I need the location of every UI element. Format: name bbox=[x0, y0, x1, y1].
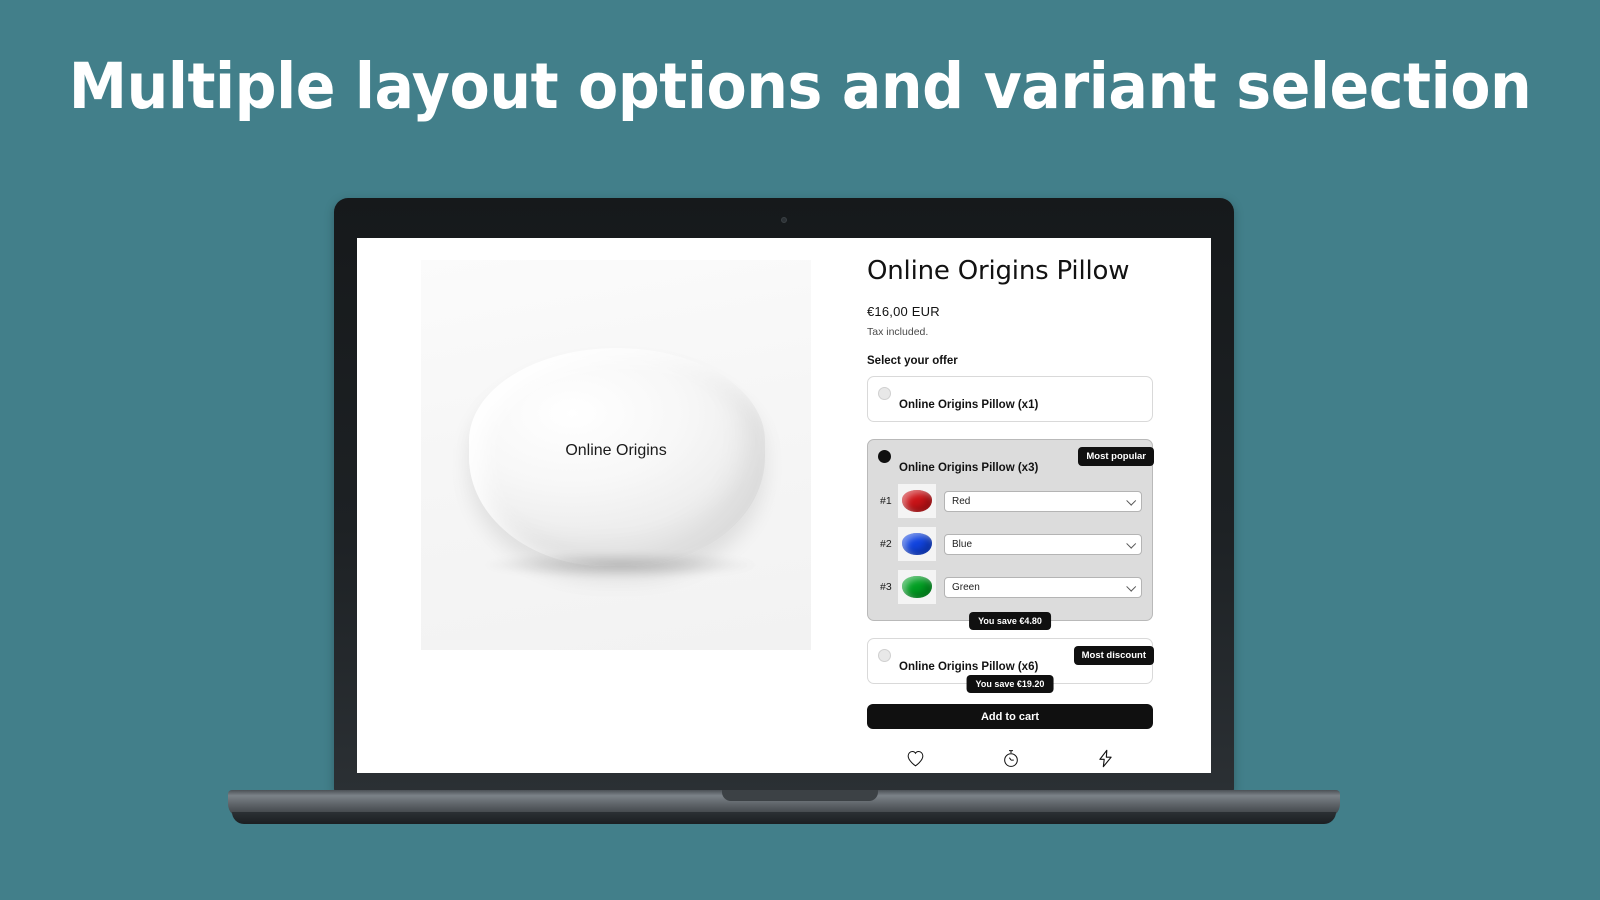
chevron-down-icon bbox=[1126, 581, 1137, 592]
product-image-label: Online Origins bbox=[565, 442, 667, 459]
product-info-column: Online Origins Pillow €16,00 EUR Tax inc… bbox=[857, 256, 1211, 773]
product-image[interactable]: Online Origins bbox=[421, 260, 811, 650]
offer-radio-x3[interactable] bbox=[878, 450, 891, 463]
product-media-column: Online Origins bbox=[357, 256, 857, 773]
variant-list: #1 Red #2 Blue #3 Green bbox=[868, 484, 1152, 620]
chevron-down-icon bbox=[1126, 495, 1137, 506]
pillow-shadow bbox=[481, 552, 759, 578]
variant-index: #2 bbox=[880, 538, 892, 550]
offer-name-x3: Online Origins Pillow (x3) bbox=[899, 462, 1039, 474]
add-to-cart-button[interactable]: Add to cart bbox=[867, 704, 1153, 729]
offer-option-x6[interactable]: Online Origins Pillow (x6) Most discount… bbox=[867, 638, 1154, 693]
secondary-actions bbox=[867, 749, 1153, 768]
tax-note: Tax included. bbox=[867, 326, 929, 338]
laptop-base-bottom bbox=[232, 812, 1336, 824]
pillow-thumb-graphic bbox=[902, 533, 932, 555]
product-page: Online Origins Online Origins Pillow €16… bbox=[357, 238, 1211, 773]
variant-row: #2 Blue bbox=[880, 527, 1142, 561]
offer-list: Online Origins Pillow (x1) Online Origin… bbox=[867, 376, 1154, 693]
offer-name-x1: Online Origins Pillow (x1) bbox=[899, 399, 1039, 411]
product-title: Online Origins Pillow bbox=[867, 256, 1130, 286]
variant-row: #1 Red bbox=[880, 484, 1142, 518]
variant-select-value-1: Red bbox=[952, 495, 971, 507]
offer-header: Online Origins Pillow (x1) bbox=[868, 377, 1152, 421]
variant-select-2[interactable]: Blue bbox=[944, 533, 1142, 555]
variant-select-1[interactable]: Red bbox=[944, 490, 1142, 512]
lightning-bolt-icon[interactable] bbox=[1097, 749, 1114, 768]
variant-index: #1 bbox=[880, 495, 892, 507]
offer-badge-most-discount: Most discount bbox=[1073, 646, 1154, 665]
variant-thumbnail-green bbox=[898, 570, 936, 604]
offer-name-x6: Online Origins Pillow (x6) bbox=[899, 661, 1039, 673]
heart-icon[interactable] bbox=[906, 750, 925, 767]
offer-badge-most-popular: Most popular bbox=[1078, 447, 1154, 466]
pillow-thumb-graphic bbox=[902, 490, 932, 512]
pillow-thumb-graphic bbox=[902, 576, 932, 598]
variant-select-value-2: Blue bbox=[952, 538, 973, 550]
chevron-down-icon bbox=[1126, 538, 1137, 549]
offer-radio-x6[interactable] bbox=[878, 649, 891, 662]
variant-row: #3 Green bbox=[880, 570, 1142, 604]
stopwatch-icon[interactable] bbox=[1002, 749, 1020, 768]
variant-index: #3 bbox=[880, 581, 892, 593]
webcam-icon bbox=[781, 217, 787, 223]
offer-option-x1[interactable]: Online Origins Pillow (x1) bbox=[867, 376, 1153, 422]
product-price: €16,00 EUR bbox=[867, 304, 940, 319]
variant-thumbnail-red bbox=[898, 484, 936, 518]
laptop-screen: Online Origins Online Origins Pillow €16… bbox=[357, 238, 1211, 773]
variant-select-3[interactable]: Green bbox=[944, 576, 1142, 598]
offer-radio-x1[interactable] bbox=[878, 387, 891, 400]
offer-option-x3[interactable]: Online Origins Pillow (x3) Most popular … bbox=[867, 439, 1154, 630]
select-offer-label: Select your offer bbox=[867, 355, 958, 367]
laptop-lid: Online Origins Online Origins Pillow €16… bbox=[334, 198, 1234, 793]
variant-thumbnail-blue bbox=[898, 527, 936, 561]
offer-save-badge-x3: You save €4.80 bbox=[969, 612, 1051, 630]
laptop-base-notch bbox=[722, 790, 878, 801]
offer-header: Online Origins Pillow (x3) Most popular bbox=[868, 440, 1154, 484]
laptop-mockup: Online Origins Online Origins Pillow €16… bbox=[0, 0, 1600, 900]
variant-select-value-3: Green bbox=[952, 581, 980, 593]
offer-save-badge-x6: You save €19.20 bbox=[966, 675, 1054, 693]
